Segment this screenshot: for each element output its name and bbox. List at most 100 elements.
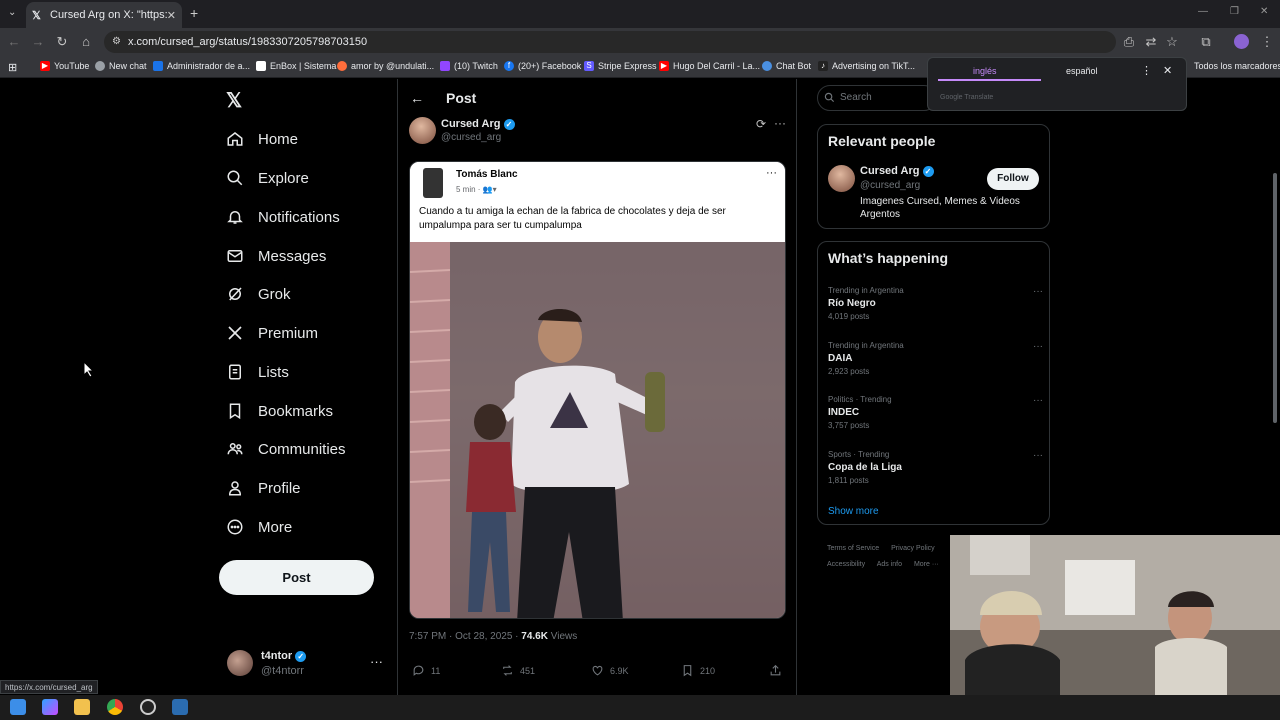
author-name[interactable]: Cursed Arg ✓ xyxy=(441,118,515,130)
extensions-icon[interactable]: ⧉ xyxy=(1198,34,1214,50)
footer-link[interactable]: Accessibility xyxy=(827,561,865,568)
footer-link[interactable]: Terms of Service xyxy=(827,545,879,552)
chrome-icon[interactable] xyxy=(107,699,123,715)
sidebar-item-label: Communities xyxy=(258,440,346,458)
sidebar-item-home[interactable]: Home xyxy=(226,125,298,153)
trend-more-icon[interactable]: ··· xyxy=(1033,450,1043,461)
search-input[interactable]: Search xyxy=(817,85,937,111)
sidebar-item-lists[interactable]: Lists xyxy=(226,358,289,386)
apps-icon[interactable]: ⊞ xyxy=(8,61,17,74)
trend-item[interactable]: Sports · Trending Copa de la Liga 1,811 … xyxy=(828,450,1043,495)
repost-icon xyxy=(503,665,512,676)
grok-explain-icon[interactable]: ⟳ xyxy=(756,117,766,131)
relevant-person-handle[interactable]: @cursed_arg xyxy=(860,180,920,191)
address-bar[interactable]: ⚙ x.com/cursed_arg/status/19833072057987… xyxy=(104,31,1116,53)
window-close-icon[interactable]: ✕ xyxy=(1260,6,1268,17)
repost-button[interactable]: 451 xyxy=(501,664,535,677)
post-media[interactable]: Tomás Blanc 5 min · 👥▾ ··· Cuando a tu a… xyxy=(409,161,786,619)
follow-button[interactable]: Follow xyxy=(987,168,1039,190)
bookmark-hugo[interactable]: ▶ Hugo Del Carril - La... xyxy=(659,61,760,71)
tab-source-language[interactable]: inglés xyxy=(973,66,997,76)
file-explorer-icon[interactable] xyxy=(74,699,90,715)
bookmark-amor[interactable]: amor by @undulati... xyxy=(337,61,434,71)
forward-icon[interactable]: → xyxy=(30,34,46,50)
bookmark-youtube[interactable]: ▶ YouTube xyxy=(40,61,89,71)
scrollbar-thumb[interactable] xyxy=(1273,173,1277,423)
sidebar-item-profile[interactable]: Profile xyxy=(226,474,301,502)
tab-search-icon[interactable]: ⌄ xyxy=(8,7,16,18)
restore-icon[interactable]: ❐ xyxy=(1230,6,1239,17)
footer-link[interactable]: Ads info xyxy=(877,561,902,568)
site-info-icon[interactable]: ⚙ xyxy=(112,31,121,53)
chrome-menu-icon[interactable]: ⋮ xyxy=(1259,34,1275,50)
sidebar-item-grok[interactable]: Grok xyxy=(226,280,291,308)
bookmark-new-chat[interactable]: New chat xyxy=(95,61,147,71)
translate-popup: inglés español ⋮ ✕ Google Translate xyxy=(927,57,1187,111)
trend-item[interactable]: Trending in Argentina Río Negro 4,019 po… xyxy=(828,286,1043,331)
sidebar-item-bookmarks[interactable]: Bookmarks xyxy=(226,397,333,425)
sidebar-item-more[interactable]: More xyxy=(226,513,292,541)
sidebar-item-premium[interactable]: Premium xyxy=(226,319,318,347)
share-button[interactable] xyxy=(769,664,788,677)
show-more-link[interactable]: Show more xyxy=(828,506,879,517)
trend-item[interactable]: Trending in Argentina DAIA 2,923 posts ·… xyxy=(828,341,1043,386)
relevant-person-name[interactable]: Cursed Arg ✓ xyxy=(860,165,934,177)
heart-icon xyxy=(592,665,603,676)
webcam-illustration xyxy=(950,535,1280,695)
like-button[interactable]: 6.9K xyxy=(591,664,629,677)
bookmark-twitch[interactable]: (10) Twitch xyxy=(440,61,498,71)
footer-link[interactable]: More ··· xyxy=(914,561,939,568)
scrollbar[interactable] xyxy=(1271,159,1279,423)
footer-link[interactable]: Privacy Policy xyxy=(891,545,935,552)
avatar[interactable] xyxy=(828,165,855,192)
bookmark-all-folders[interactable]: Todos los marcadores xyxy=(1194,61,1280,71)
windows-start-icon[interactable] xyxy=(10,699,26,715)
sidebar-item-communities[interactable]: Communities xyxy=(226,435,346,463)
minimize-icon[interactable]: — xyxy=(1198,6,1208,17)
back-icon[interactable]: ← xyxy=(6,34,22,50)
bookmark-facebook[interactable]: f (20+) Facebook xyxy=(504,61,581,71)
profile-avatar[interactable] xyxy=(1234,34,1249,49)
home-browser-icon[interactable]: ⌂ xyxy=(78,34,94,50)
bookmark-button[interactable]: 210 xyxy=(681,664,715,677)
translate-icon[interactable]: ⇄ xyxy=(1143,34,1159,50)
bookmark-administrador[interactable]: Administrador de a... xyxy=(153,61,250,71)
author-handle[interactable]: @cursed_arg xyxy=(441,132,501,143)
bookmark-star-icon[interactable]: ☆ xyxy=(1164,34,1180,50)
tab-close-icon[interactable]: ✕ xyxy=(167,9,176,22)
post-timestamp: 7:57 PM · Oct 28, 2025 · 74.6K Views xyxy=(409,631,578,642)
x-logo-icon[interactable]: 𝕏 xyxy=(226,88,242,113)
close-icon[interactable]: ✕ xyxy=(1163,64,1172,77)
avatar[interactable] xyxy=(227,650,253,676)
copilot-icon[interactable] xyxy=(42,699,58,715)
trend-more-icon[interactable]: ··· xyxy=(1033,286,1043,297)
new-tab-button[interactable]: + xyxy=(190,5,198,21)
trend-more-icon[interactable]: ··· xyxy=(1033,395,1043,406)
app-icon[interactable] xyxy=(172,699,188,715)
back-arrow-icon[interactable]: ← xyxy=(410,90,424,106)
sidebar-item-notifications[interactable]: Notifications xyxy=(226,203,340,231)
tab-title: Cursed Arg on X: "https://t.co/... xyxy=(50,9,167,21)
install-app-icon[interactable]: ⎙ xyxy=(1121,34,1137,50)
bookmark-stripe[interactable]: S Stripe Express xyxy=(584,61,657,71)
bookmark-enbox[interactable]: EnBox | Sistema xyxy=(256,61,336,71)
active-tab[interactable]: 𝕏 Cursed Arg on X: "https://t.co/... ✕ xyxy=(26,2,182,28)
trend-more-icon[interactable]: ··· xyxy=(1033,341,1043,352)
sidebar-item-messages[interactable]: Messages xyxy=(226,242,326,270)
sidebar-item-label: Home xyxy=(258,130,299,148)
bookmark-tiktok[interactable]: ♪ Advertising on TikT... xyxy=(818,61,915,71)
obs-icon[interactable] xyxy=(140,699,156,715)
translate-options-icon[interactable]: ⋮ xyxy=(1141,64,1152,77)
reply-button[interactable]: 11 xyxy=(412,664,440,677)
account-more-icon[interactable]: ··· xyxy=(370,654,383,669)
sidebar-item-label: Profile xyxy=(258,479,301,497)
post-more-icon[interactable]: ··· xyxy=(774,116,786,130)
post-button[interactable]: Post xyxy=(219,560,374,595)
sidebar-item-explore[interactable]: Explore xyxy=(226,164,309,192)
tab-target-language[interactable]: español xyxy=(1066,66,1098,76)
account-name[interactable]: t4ntor ✓ xyxy=(261,650,307,662)
reload-icon[interactable]: ↻ xyxy=(54,34,70,50)
trend-item[interactable]: Politics · Trending INDEC 3,757 posts ··… xyxy=(828,395,1043,440)
author-avatar[interactable] xyxy=(409,117,436,144)
bookmark-chat-bot[interactable]: Chat Bot xyxy=(762,61,811,71)
